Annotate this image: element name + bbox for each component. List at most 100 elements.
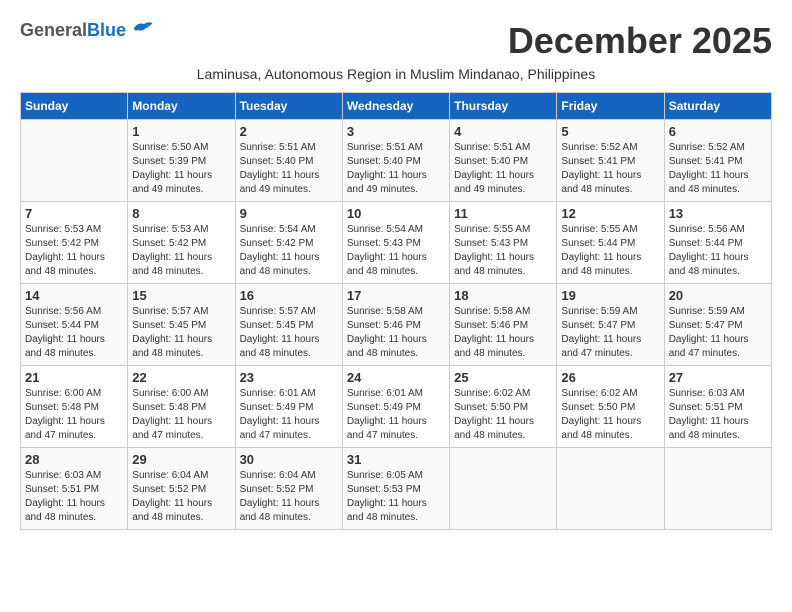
logo: GeneralBlue (20, 20, 154, 41)
calendar-cell: 6 Sunrise: 5:52 AMSunset: 5:41 PMDaylight… (664, 120, 771, 202)
day-number: 26 (561, 370, 659, 385)
calendar-week-1: 1 Sunrise: 5:50 AMSunset: 5:39 PMDaylight… (21, 120, 772, 202)
day-info: Sunrise: 5:53 AMSunset: 5:42 PMDaylight:… (25, 223, 123, 279)
day-info: Sunrise: 5:57 AMSunset: 5:45 PMDaylight:… (132, 305, 230, 361)
calendar-cell: 7 Sunrise: 5:53 AMSunset: 5:42 PMDaylight… (21, 202, 128, 284)
calendar-cell: 30 Sunrise: 6:04 AMSunset: 5:52 PMDayligh… (235, 448, 342, 530)
day-of-week-friday: Friday (557, 93, 664, 120)
day-info: Sunrise: 6:02 AMSunset: 5:50 PMDaylight:… (561, 387, 659, 443)
day-number: 9 (240, 206, 338, 221)
day-info: Sunrise: 5:58 AMSunset: 5:46 PMDaylight:… (347, 305, 445, 361)
calendar-cell: 25 Sunrise: 6:02 AMSunset: 5:50 PMDayligh… (450, 366, 557, 448)
day-number: 7 (25, 206, 123, 221)
calendar-cell: 12Sunrise: 5:55 AMSunset: 5:44 PMDayligh… (557, 202, 664, 284)
calendar-cell: 11Sunrise: 5:55 AMSunset: 5:43 PMDayligh… (450, 202, 557, 284)
calendar-cell: 1 Sunrise: 5:50 AMSunset: 5:39 PMDaylight… (128, 120, 235, 202)
day-number: 13 (669, 206, 767, 221)
day-of-week-sunday: Sunday (21, 93, 128, 120)
day-number: 23 (240, 370, 338, 385)
calendar-cell: 16Sunrise: 5:57 AMSunset: 5:45 PMDayligh… (235, 284, 342, 366)
day-info: Sunrise: 5:51 AMSunset: 5:40 PMDaylight:… (454, 141, 552, 197)
day-info: Sunrise: 5:56 AMSunset: 5:44 PMDaylight:… (669, 223, 767, 279)
day-number: 30 (240, 452, 338, 467)
calendar-week-2: 7 Sunrise: 5:53 AMSunset: 5:42 PMDaylight… (21, 202, 772, 284)
day-number: 28 (25, 452, 123, 467)
day-number: 31 (347, 452, 445, 467)
day-info: Sunrise: 5:52 AMSunset: 5:41 PMDaylight:… (561, 141, 659, 197)
calendar-cell: 14 Sunrise: 5:56 AMSunset: 5:44 PMDayligh… (21, 284, 128, 366)
calendar-week-3: 14 Sunrise: 5:56 AMSunset: 5:44 PMDayligh… (21, 284, 772, 366)
calendar-cell: 22 Sunrise: 6:00 AMSunset: 5:48 PMDayligh… (128, 366, 235, 448)
day-of-week-saturday: Saturday (664, 93, 771, 120)
day-info: Sunrise: 6:01 AMSunset: 5:49 PMDaylight:… (240, 387, 338, 443)
calendar-week-4: 21Sunrise: 6:00 AMSunset: 5:48 PMDayligh… (21, 366, 772, 448)
day-info: Sunrise: 5:53 AMSunset: 5:42 PMDaylight:… (132, 223, 230, 279)
day-number: 3 (347, 124, 445, 139)
calendar-cell: 15Sunrise: 5:57 AMSunset: 5:45 PMDayligh… (128, 284, 235, 366)
day-number: 5 (561, 124, 659, 139)
calendar-subtitle: Laminusa, Autonomous Region in Muslim Mi… (20, 66, 772, 82)
day-number: 12 (561, 206, 659, 221)
calendar-cell: 3 Sunrise: 5:51 AMSunset: 5:40 PMDaylight… (342, 120, 449, 202)
calendar-cell: 28Sunrise: 6:03 AMSunset: 5:51 PMDayligh… (21, 448, 128, 530)
day-number: 20 (669, 288, 767, 303)
calendar-cell: 8Sunrise: 5:53 AMSunset: 5:42 PMDaylight… (128, 202, 235, 284)
day-info: Sunrise: 6:04 AMSunset: 5:52 PMDaylight:… (240, 469, 338, 525)
day-number: 24 (347, 370, 445, 385)
day-info: Sunrise: 5:55 AMSunset: 5:43 PMDaylight:… (454, 223, 552, 279)
day-info: Sunrise: 5:56 AMSunset: 5:44 PMDaylight:… (25, 305, 123, 361)
calendar-cell: 13 Sunrise: 5:56 AMSunset: 5:44 PMDayligh… (664, 202, 771, 284)
calendar-cell (664, 448, 771, 530)
calendar-body: 1 Sunrise: 5:50 AMSunset: 5:39 PMDaylight… (21, 120, 772, 530)
calendar-cell: 27 Sunrise: 6:03 AMSunset: 5:51 PMDayligh… (664, 366, 771, 448)
day-of-week-monday: Monday (128, 93, 235, 120)
month-year-title: December 2025 (508, 20, 772, 62)
calendar-cell: 31 Sunrise: 6:05 AMSunset: 5:53 PMDayligh… (342, 448, 449, 530)
calendar-cell: 29Sunrise: 6:04 AMSunset: 5:52 PMDayligh… (128, 448, 235, 530)
day-info: Sunrise: 5:58 AMSunset: 5:46 PMDaylight:… (454, 305, 552, 361)
calendar-cell: 26 Sunrise: 6:02 AMSunset: 5:50 PMDayligh… (557, 366, 664, 448)
calendar-cell: 24 Sunrise: 6:01 AMSunset: 5:49 PMDayligh… (342, 366, 449, 448)
logo-general: General (20, 20, 87, 40)
day-info: Sunrise: 5:50 AMSunset: 5:39 PMDaylight:… (132, 141, 230, 197)
day-info: Sunrise: 5:59 AMSunset: 5:47 PMDaylight:… (669, 305, 767, 361)
calendar-cell: 17 Sunrise: 5:58 AMSunset: 5:46 PMDayligh… (342, 284, 449, 366)
day-number: 22 (132, 370, 230, 385)
day-of-week-wednesday: Wednesday (342, 93, 449, 120)
calendar-cell: 20 Sunrise: 5:59 AMSunset: 5:47 PMDayligh… (664, 284, 771, 366)
calendar-cell (21, 120, 128, 202)
day-number: 27 (669, 370, 767, 385)
day-number: 17 (347, 288, 445, 303)
calendar-cell (450, 448, 557, 530)
day-number: 25 (454, 370, 552, 385)
day-info: Sunrise: 6:05 AMSunset: 5:53 PMDaylight:… (347, 469, 445, 525)
day-info: Sunrise: 5:51 AMSunset: 5:40 PMDaylight:… (240, 141, 338, 197)
calendar-header: SundayMondayTuesdayWednesdayThursdayFrid… (21, 93, 772, 120)
day-info: Sunrise: 5:52 AMSunset: 5:41 PMDaylight:… (669, 141, 767, 197)
logo-text: GeneralBlue (20, 20, 154, 41)
calendar-cell: 23 Sunrise: 6:01 AMSunset: 5:49 PMDayligh… (235, 366, 342, 448)
day-of-week-tuesday: Tuesday (235, 93, 342, 120)
day-info: Sunrise: 6:02 AMSunset: 5:50 PMDaylight:… (454, 387, 552, 443)
day-info: Sunrise: 6:03 AMSunset: 5:51 PMDaylight:… (669, 387, 767, 443)
day-info: Sunrise: 6:00 AMSunset: 5:48 PMDaylight:… (132, 387, 230, 443)
calendar-cell (557, 448, 664, 530)
calendar-week-5: 28Sunrise: 6:03 AMSunset: 5:51 PMDayligh… (21, 448, 772, 530)
day-number: 1 (132, 124, 230, 139)
day-number: 6 (669, 124, 767, 139)
calendar-cell: 4Sunrise: 5:51 AMSunset: 5:40 PMDaylight… (450, 120, 557, 202)
calendar-cell: 19Sunrise: 5:59 AMSunset: 5:47 PMDayligh… (557, 284, 664, 366)
day-info: Sunrise: 6:01 AMSunset: 5:49 PMDaylight:… (347, 387, 445, 443)
day-number: 2 (240, 124, 338, 139)
day-number: 14 (25, 288, 123, 303)
day-info: Sunrise: 5:51 AMSunset: 5:40 PMDaylight:… (347, 141, 445, 197)
calendar-cell: 5 Sunrise: 5:52 AMSunset: 5:41 PMDaylight… (557, 120, 664, 202)
day-number: 16 (240, 288, 338, 303)
logo-blue: Blue (87, 20, 126, 40)
days-of-week-row: SundayMondayTuesdayWednesdayThursdayFrid… (21, 93, 772, 120)
calendar-cell: 21Sunrise: 6:00 AMSunset: 5:48 PMDayligh… (21, 366, 128, 448)
day-number: 29 (132, 452, 230, 467)
calendar-cell: 9Sunrise: 5:54 AMSunset: 5:42 PMDaylight… (235, 202, 342, 284)
logo-bird-icon (132, 20, 154, 36)
day-number: 19 (561, 288, 659, 303)
